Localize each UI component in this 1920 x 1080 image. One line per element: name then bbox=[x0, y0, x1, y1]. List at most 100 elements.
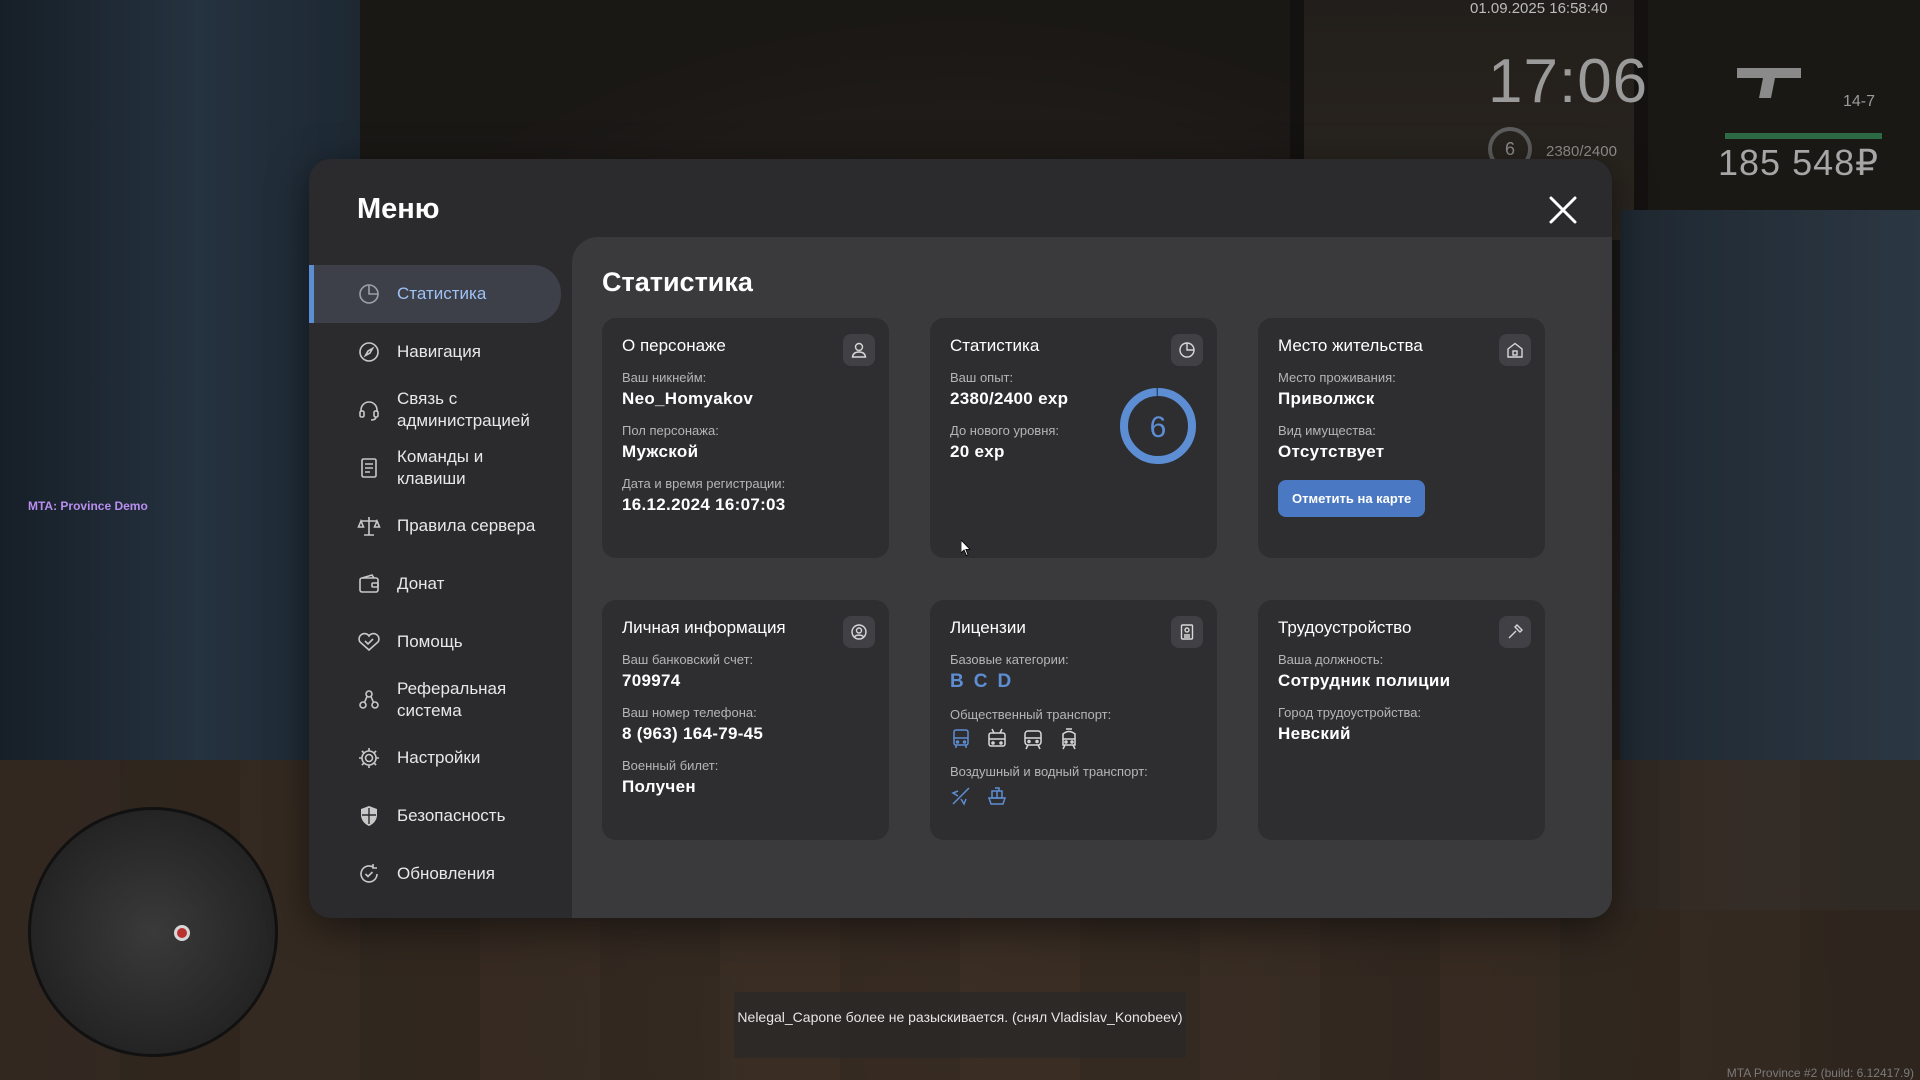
card-title: Лицензии bbox=[950, 618, 1026, 637]
pistol-icon bbox=[1737, 68, 1801, 98]
document-icon bbox=[361, 458, 377, 478]
hud-money: 185 548₽ bbox=[1718, 142, 1880, 183]
position-value: Сотрудник полиции bbox=[1278, 671, 1451, 690]
sidebar-item-donate[interactable]: Донат bbox=[309, 555, 571, 613]
sidebar-item-label: Связь с администрацией bbox=[397, 389, 530, 430]
refresh-icon bbox=[360, 864, 378, 883]
pie-chart-icon bbox=[1179, 342, 1195, 358]
minimap-player-marker bbox=[174, 925, 190, 941]
registration-label: Дата и время регистрации: bbox=[622, 476, 786, 491]
sidebar-item-label: Команды и клавиши bbox=[397, 447, 484, 488]
sidebar-item-settings[interactable]: Настройки bbox=[309, 729, 571, 787]
character-card: О персонаже Ваш никнейм: Neo_Homyakov По… bbox=[602, 318, 889, 558]
phone-value: 8 (963) 164-79-45 bbox=[622, 724, 764, 743]
hud-clock: 17:06 bbox=[1488, 47, 1649, 116]
position-label: Ваша должность: bbox=[1278, 652, 1384, 667]
card-icon-button bbox=[1499, 334, 1531, 366]
gear-icon bbox=[359, 748, 379, 768]
level-progress-ring: 6 bbox=[1120, 388, 1196, 464]
card-icon-button bbox=[1171, 334, 1203, 366]
category-c: C bbox=[973, 671, 988, 692]
bank-value: 709974 bbox=[622, 671, 681, 690]
card-title: О персонаже bbox=[622, 336, 726, 355]
card-icon-button bbox=[1499, 616, 1531, 648]
compass-icon bbox=[359, 342, 379, 362]
card-icon-button bbox=[1171, 616, 1203, 648]
wallet-icon bbox=[359, 574, 379, 593]
air-water-transport-label: Воздушный и водный транспорт: bbox=[950, 764, 1148, 779]
property-label: Вид имущества: bbox=[1278, 423, 1376, 438]
registration-value: 16.12.2024 16:07:03 bbox=[622, 495, 786, 514]
sidebar-item-label: Обновления bbox=[397, 864, 495, 883]
job-city-label: Город трудоустройства: bbox=[1278, 705, 1422, 720]
hud-exp: 2380/2400 bbox=[1546, 143, 1617, 160]
sidebar-item-updates[interactable]: Обновления bbox=[309, 845, 571, 903]
scales-icon bbox=[357, 517, 381, 536]
sidebar-item-label: Навигация bbox=[397, 342, 481, 361]
sidebar-item-security[interactable]: Безопасность bbox=[309, 787, 571, 845]
card-title: Статистика bbox=[950, 336, 1040, 355]
close-icon[interactable] bbox=[1546, 193, 1580, 227]
chat-message: Nelegal_Capone более не разыскивается. (… bbox=[734, 992, 1186, 1058]
handshake-icon bbox=[358, 632, 380, 652]
property-value: Отсутствует bbox=[1278, 442, 1385, 461]
card-icon-button bbox=[843, 616, 875, 648]
page-title: Статистика bbox=[602, 267, 753, 297]
hud-ammo: 14-7 bbox=[1843, 93, 1876, 110]
sidebar-item-help[interactable]: Помощь bbox=[309, 613, 571, 671]
train-icon bbox=[1024, 730, 1042, 750]
gender-value: Мужской bbox=[622, 442, 699, 461]
tram-icon bbox=[1062, 728, 1076, 750]
public-transport-icons bbox=[950, 728, 1197, 750]
job-city-value: Невский bbox=[1278, 724, 1351, 743]
personal-info-card: Личная информация Ваш банковский счет: 7… bbox=[602, 600, 889, 840]
licenses-card: Лицензии Базовые категории: B C D Общест… bbox=[930, 600, 1217, 840]
hud-server-label: MTA: Province Demo bbox=[28, 499, 148, 513]
public-transport-label: Общественный транспорт: bbox=[950, 707, 1112, 722]
ship-icon bbox=[987, 787, 1007, 805]
military-label: Военный билет: bbox=[622, 758, 719, 773]
job-card: Трудоустройство Ваша должность: Сотрудни… bbox=[1258, 600, 1545, 840]
mouse-cursor-icon bbox=[961, 540, 971, 556]
trolleybus-icon bbox=[988, 728, 1006, 747]
content-panel: Статистика О персонаже Ваш никнейм: Neo_… bbox=[572, 237, 1612, 918]
card-title: Место жительства bbox=[1278, 336, 1423, 355]
sidebar-item-label: Реферальная система bbox=[397, 679, 507, 720]
profile-circle-icon bbox=[851, 624, 867, 640]
base-categories-label: Базовые категории: bbox=[950, 652, 1069, 667]
nickname-label: Ваш никнейм: bbox=[622, 370, 707, 385]
place-value: Приволжск bbox=[1278, 389, 1375, 408]
category-d: D bbox=[997, 671, 1012, 692]
gender-label: Пол персонажа: bbox=[622, 423, 719, 438]
sidebar-item-navigation[interactable]: Навигация bbox=[309, 323, 571, 381]
hud-health-bar bbox=[1725, 133, 1882, 139]
sidebar-item-referral[interactable]: Реферальная система bbox=[309, 671, 571, 729]
hud-level: 6 bbox=[1504, 138, 1515, 159]
bus-icon bbox=[953, 729, 969, 748]
sidebar-item-commands[interactable]: Команды и клавиши bbox=[309, 439, 571, 497]
user-icon bbox=[851, 342, 867, 358]
sidebar-item-label: Правила сервера bbox=[397, 516, 536, 535]
hammer-icon bbox=[1508, 624, 1523, 639]
menu-title: Меню bbox=[357, 193, 440, 225]
exp-label: Ваш опыт: bbox=[950, 370, 1014, 385]
mark-on-map-button[interactable]: Отметить на карте bbox=[1278, 480, 1426, 517]
hud-build-info: MTA Province #2 (build: 6.12417.9) bbox=[1726, 1066, 1914, 1080]
pie-chart-icon bbox=[359, 284, 379, 304]
license-icon bbox=[1180, 624, 1194, 640]
bank-label: Ваш банковский счет: bbox=[622, 652, 754, 667]
sidebar-item-rules[interactable]: Правила сервера bbox=[309, 497, 571, 555]
military-value: Получен bbox=[622, 777, 696, 796]
sidebar-item-statistics[interactable]: Статистика bbox=[309, 265, 561, 323]
level-value: 6 bbox=[1150, 411, 1167, 444]
headset-icon bbox=[359, 401, 379, 421]
sidebar-item-label: Статистика bbox=[397, 284, 487, 303]
sidebar-item-admin-contact[interactable]: Связь с администрацией bbox=[309, 381, 571, 439]
category-b: B bbox=[950, 671, 964, 692]
sidebar-item-label: Донат bbox=[397, 574, 445, 593]
sidebar-item-label: Безопасность bbox=[397, 806, 506, 825]
shield-icon bbox=[361, 806, 377, 826]
statistics-card: Статистика Ваш опыт: 2380/2400 exp До но… bbox=[930, 318, 1217, 558]
card-title: Трудоустройство bbox=[1278, 618, 1412, 637]
residence-card: Место жительства Место проживания: Приво… bbox=[1258, 318, 1545, 558]
